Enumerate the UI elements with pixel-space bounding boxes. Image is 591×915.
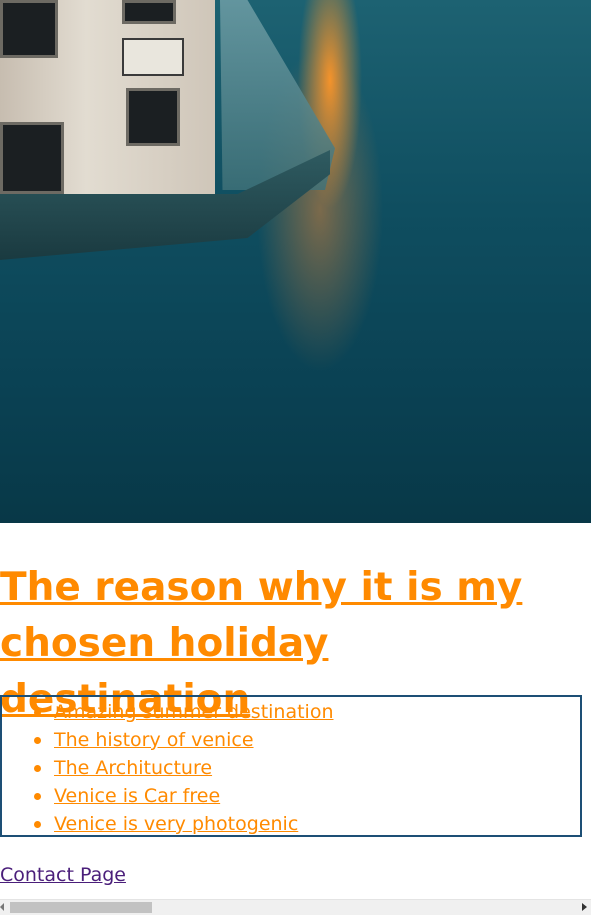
list-item: The Architucture [34, 754, 580, 782]
link-history-of-venice[interactable]: The history of venice [54, 729, 254, 751]
hero-window [0, 0, 58, 58]
hero-window [0, 122, 64, 194]
bullet-icon [34, 765, 41, 772]
contact-page-link[interactable]: Contact Page [0, 862, 126, 888]
link-car-free[interactable]: Venice is Car free [54, 785, 220, 807]
horizontal-scrollbar[interactable] [0, 899, 591, 915]
link-photogenic[interactable]: Venice is very photogenic [54, 813, 298, 835]
scroll-left-arrow-icon[interactable] [0, 903, 4, 911]
bullet-icon [34, 709, 41, 716]
hero-sign [122, 38, 184, 76]
list-item: Venice is Car free [34, 782, 580, 810]
hero-window [126, 88, 180, 146]
bullet-icon [34, 821, 41, 828]
scroll-right-arrow-icon[interactable] [582, 903, 587, 911]
list-item: Amazing summer destination [34, 698, 580, 726]
list-item: The history of venice [34, 726, 580, 754]
link-amazing-summer-destination[interactable]: Amazing summer destination [54, 701, 334, 723]
bullet-icon [34, 737, 41, 744]
link-architecture[interactable]: The Architucture [54, 757, 212, 779]
topic-list: Amazing summer destination The history o… [0, 695, 582, 837]
hero-window [122, 0, 176, 24]
scrollbar-thumb[interactable] [10, 902, 152, 913]
list-item: Venice is very photogenic [34, 810, 580, 838]
bullet-icon [34, 793, 41, 800]
hero-image [0, 0, 591, 523]
